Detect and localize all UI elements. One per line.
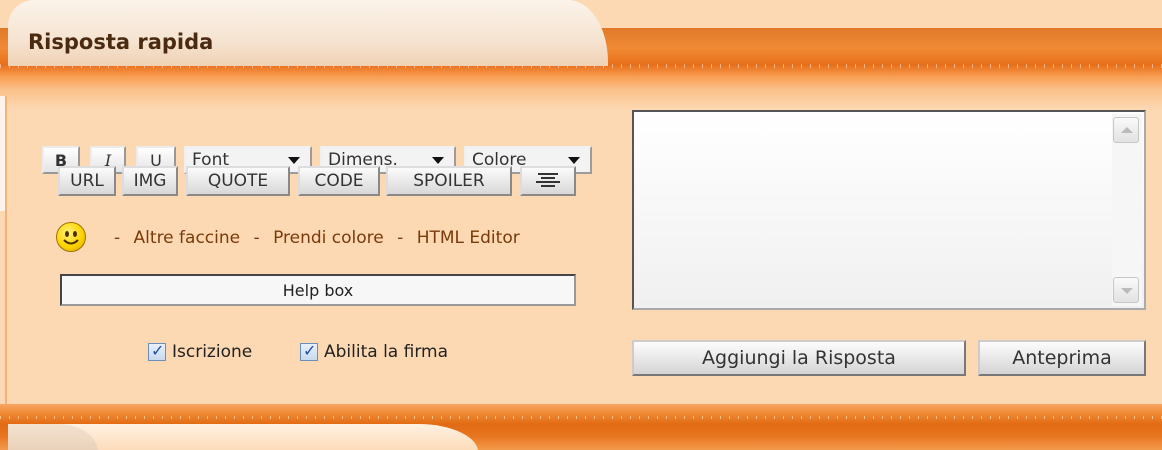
links-separator: -: [253, 228, 260, 248]
subscribe-label: Iscrizione: [172, 342, 253, 362]
smiley-icon[interactable]: [56, 222, 86, 252]
pick-color-link[interactable]: Prendi colore: [273, 228, 384, 248]
textarea-scrollbar[interactable]: [1112, 114, 1142, 306]
links-separator: -: [114, 228, 121, 248]
footer-band: [0, 404, 1162, 450]
preview-button[interactable]: Anteprima: [978, 340, 1146, 376]
signature-checkbox[interactable]: [300, 341, 318, 361]
code-button[interactable]: CODE: [298, 166, 380, 196]
signature-option[interactable]: Abilita la firma: [300, 341, 448, 362]
more-smileys-link[interactable]: Altre faccine: [134, 228, 241, 248]
subscribe-option[interactable]: Iscrizione: [148, 341, 253, 362]
img-button[interactable]: IMG: [122, 166, 178, 196]
chevron-down-icon: [288, 157, 300, 164]
help-box: Help box: [60, 274, 576, 306]
subscribe-checkbox[interactable]: [148, 341, 166, 361]
spoiler-button[interactable]: SPOILER: [386, 166, 512, 196]
scroll-down-icon[interactable]: [1113, 277, 1139, 303]
chevron-down-icon: [432, 157, 444, 164]
panel-title: Risposta rapida: [28, 30, 214, 54]
left-border: [5, 96, 7, 406]
quick-reply-panel: Risposta rapida B I U Font Dimens. Color…: [0, 0, 1162, 450]
align-center-button[interactable]: [520, 166, 576, 196]
header-band: Risposta rapida: [0, 0, 1162, 110]
quote-button[interactable]: QUOTE: [186, 166, 290, 196]
editor-links: - Altre faccine - Prendi colore - HTML E…: [106, 228, 520, 248]
signature-label: Abilita la firma: [324, 342, 448, 362]
links-separator: -: [397, 228, 404, 248]
align-center-icon: [536, 173, 560, 187]
message-textarea[interactable]: [632, 110, 1146, 310]
url-button[interactable]: URL: [58, 166, 116, 196]
html-editor-link[interactable]: HTML Editor: [417, 228, 520, 248]
scroll-up-icon[interactable]: [1113, 117, 1139, 143]
footer-ticks: [0, 416, 1162, 419]
submit-reply-button[interactable]: Aggiungi la Risposta: [632, 340, 966, 376]
chevron-down-icon: [568, 157, 580, 164]
